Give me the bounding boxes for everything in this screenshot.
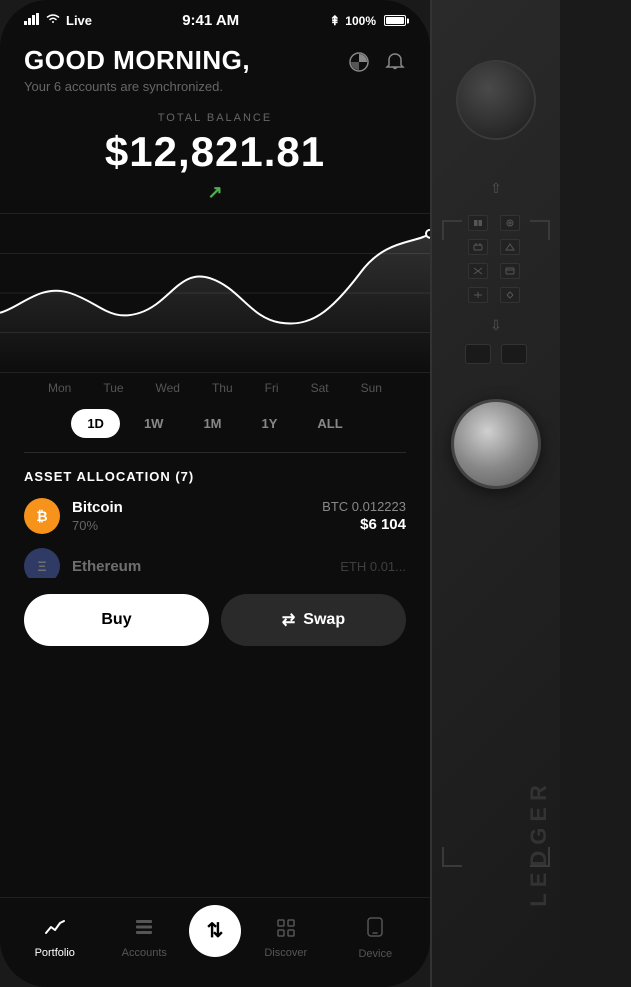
status-right: ⇞ 100%	[329, 13, 406, 29]
buy-button[interactable]: Buy	[24, 594, 209, 646]
signal-icon	[24, 13, 40, 28]
transfer-icon: ⇅	[207, 918, 224, 943]
ledger-grid-icon-1	[468, 215, 488, 231]
nav-device[interactable]: Device	[331, 916, 421, 960]
nav-discover[interactable]: Discover	[241, 917, 331, 959]
ledger-bottom-btn-right[interactable]	[501, 344, 527, 364]
ledger-grid-icon-4	[500, 239, 520, 255]
chart-label-mon: Mon	[48, 381, 71, 395]
header: GOOD MORNING, Your 6 accounts are synchr…	[24, 45, 406, 94]
time-btn-1w[interactable]: 1W	[128, 409, 180, 438]
action-buttons: Buy ⇄ Swap	[24, 594, 406, 646]
header-icons	[348, 51, 406, 79]
ledger-down-arrow[interactable]: ⇩	[490, 317, 502, 334]
asset-value: $6 104	[322, 516, 406, 533]
status-bar: Live 9:41 AM ⇞ 100%	[0, 0, 430, 35]
accounts-label: Accounts	[122, 947, 167, 959]
status-left: Live	[24, 13, 92, 28]
ledger-grid-icon-3	[468, 239, 488, 255]
chart-label-tue: Tue	[103, 381, 123, 395]
chart-label-thu: Thu	[212, 381, 233, 395]
ledger-main-button[interactable]	[451, 399, 541, 489]
time-btn-all[interactable]: ALL	[301, 409, 358, 438]
battery-fill	[386, 17, 404, 24]
phone-frame: Live 9:41 AM ⇞ 100% GOOD MORNING, Your 6…	[0, 0, 430, 987]
bottom-nav: Portfolio Accounts ⇅	[0, 897, 430, 987]
main-content: GOOD MORNING, Your 6 accounts are synchr…	[0, 35, 430, 922]
bluetooth-icon: ⇞	[329, 13, 340, 29]
nav-transfer-center[interactable]: ⇅	[189, 905, 241, 957]
accounts-icon	[133, 917, 155, 943]
chart-label-sun: Sun	[361, 381, 382, 395]
swap-icon: ⇄	[282, 610, 295, 630]
asset-right: BTC 0.012223 $6 104	[322, 499, 406, 533]
battery-icon	[384, 15, 406, 26]
chart-label-sat: Sat	[311, 381, 329, 395]
header-text: GOOD MORNING, Your 6 accounts are synchr…	[24, 45, 250, 94]
ledger-bottom-btn-left[interactable]	[465, 344, 491, 364]
chart-icon[interactable]	[348, 51, 370, 79]
time-selectors: 1D 1W 1M 1Y ALL	[24, 409, 406, 438]
asset-left: ₿ Bitcoin 70%	[24, 498, 123, 534]
ledger-up-arrow[interactable]: ⇧	[490, 180, 502, 197]
swap-label: Swap	[303, 611, 345, 629]
section-divider	[24, 452, 406, 453]
time-btn-1d[interactable]: 1D	[71, 409, 120, 438]
balance-change: ↗	[24, 182, 406, 203]
asset-next-partial: Ξ Ethereum ETH 0.01...	[24, 548, 406, 578]
time-display: 9:41 AM	[182, 12, 239, 29]
swap-button[interactable]: ⇄ Swap	[221, 594, 406, 646]
ledger-corner-tr	[530, 220, 550, 240]
device-icon	[366, 916, 384, 944]
chart-label-fri: Fri	[265, 381, 279, 395]
chart-labels: Mon Tue Wed Thu Fri Sat Sun	[24, 373, 406, 395]
balance-section: TOTAL BALANCE $12,821.81 ↗	[24, 112, 406, 203]
asset-bitcoin: ₿ Bitcoin 70% BTC 0.012223 $6 104	[24, 498, 406, 534]
asset-amount: BTC 0.012223	[322, 499, 406, 514]
device-label: Device	[358, 948, 392, 960]
wifi-icon	[45, 13, 61, 28]
ledger-grid-icon-5	[468, 263, 488, 279]
battery-label: 100%	[345, 14, 376, 28]
ledger-icon-grid	[468, 215, 524, 303]
bitcoin-icon: ₿	[24, 498, 60, 534]
ledger-corner-tl	[442, 220, 462, 240]
ledger-grid-icon-2	[500, 215, 520, 231]
carrier-label: Live	[66, 13, 92, 28]
time-btn-1m[interactable]: 1M	[187, 409, 237, 438]
up-arrow-icon: ↗	[207, 182, 222, 203]
asset-allocation-title: ASSET ALLOCATION (7)	[24, 469, 406, 484]
ledger-grid-icon-6	[500, 263, 520, 279]
ledger-device: ⇧ ⇩	[430, 0, 560, 987]
chart-svg	[0, 214, 430, 372]
portfolio-label: Portfolio	[35, 947, 75, 959]
asset-name: Bitcoin	[72, 499, 123, 516]
asset-pct: 70%	[72, 518, 123, 533]
nav-accounts[interactable]: Accounts	[100, 917, 190, 959]
ledger-bottom-btn-row	[465, 344, 527, 364]
time-btn-1y[interactable]: 1Y	[246, 409, 294, 438]
portfolio-icon	[44, 917, 66, 943]
chart-label-wed: Wed	[156, 381, 180, 395]
subtitle: Your 6 accounts are synchronized.	[24, 79, 250, 94]
ledger-grid-icon-8	[500, 287, 520, 303]
asset-info: Bitcoin 70%	[72, 499, 123, 533]
discover-icon	[275, 917, 297, 943]
ledger-corner-bl	[442, 847, 462, 867]
balance-amount: $12,821.81	[24, 128, 406, 176]
ledger-grid-icon-7	[468, 287, 488, 303]
nav-portfolio[interactable]: Portfolio	[10, 917, 100, 959]
ledger-top-circle	[456, 60, 536, 140]
discover-label: Discover	[264, 947, 307, 959]
greeting: GOOD MORNING,	[24, 45, 250, 76]
ledger-brand-text: LEDGER	[526, 779, 552, 907]
chart-container	[0, 213, 430, 373]
bitcoin-letter: ₿	[36, 508, 47, 524]
balance-label: TOTAL BALANCE	[24, 112, 406, 124]
bell-icon[interactable]	[384, 51, 406, 79]
